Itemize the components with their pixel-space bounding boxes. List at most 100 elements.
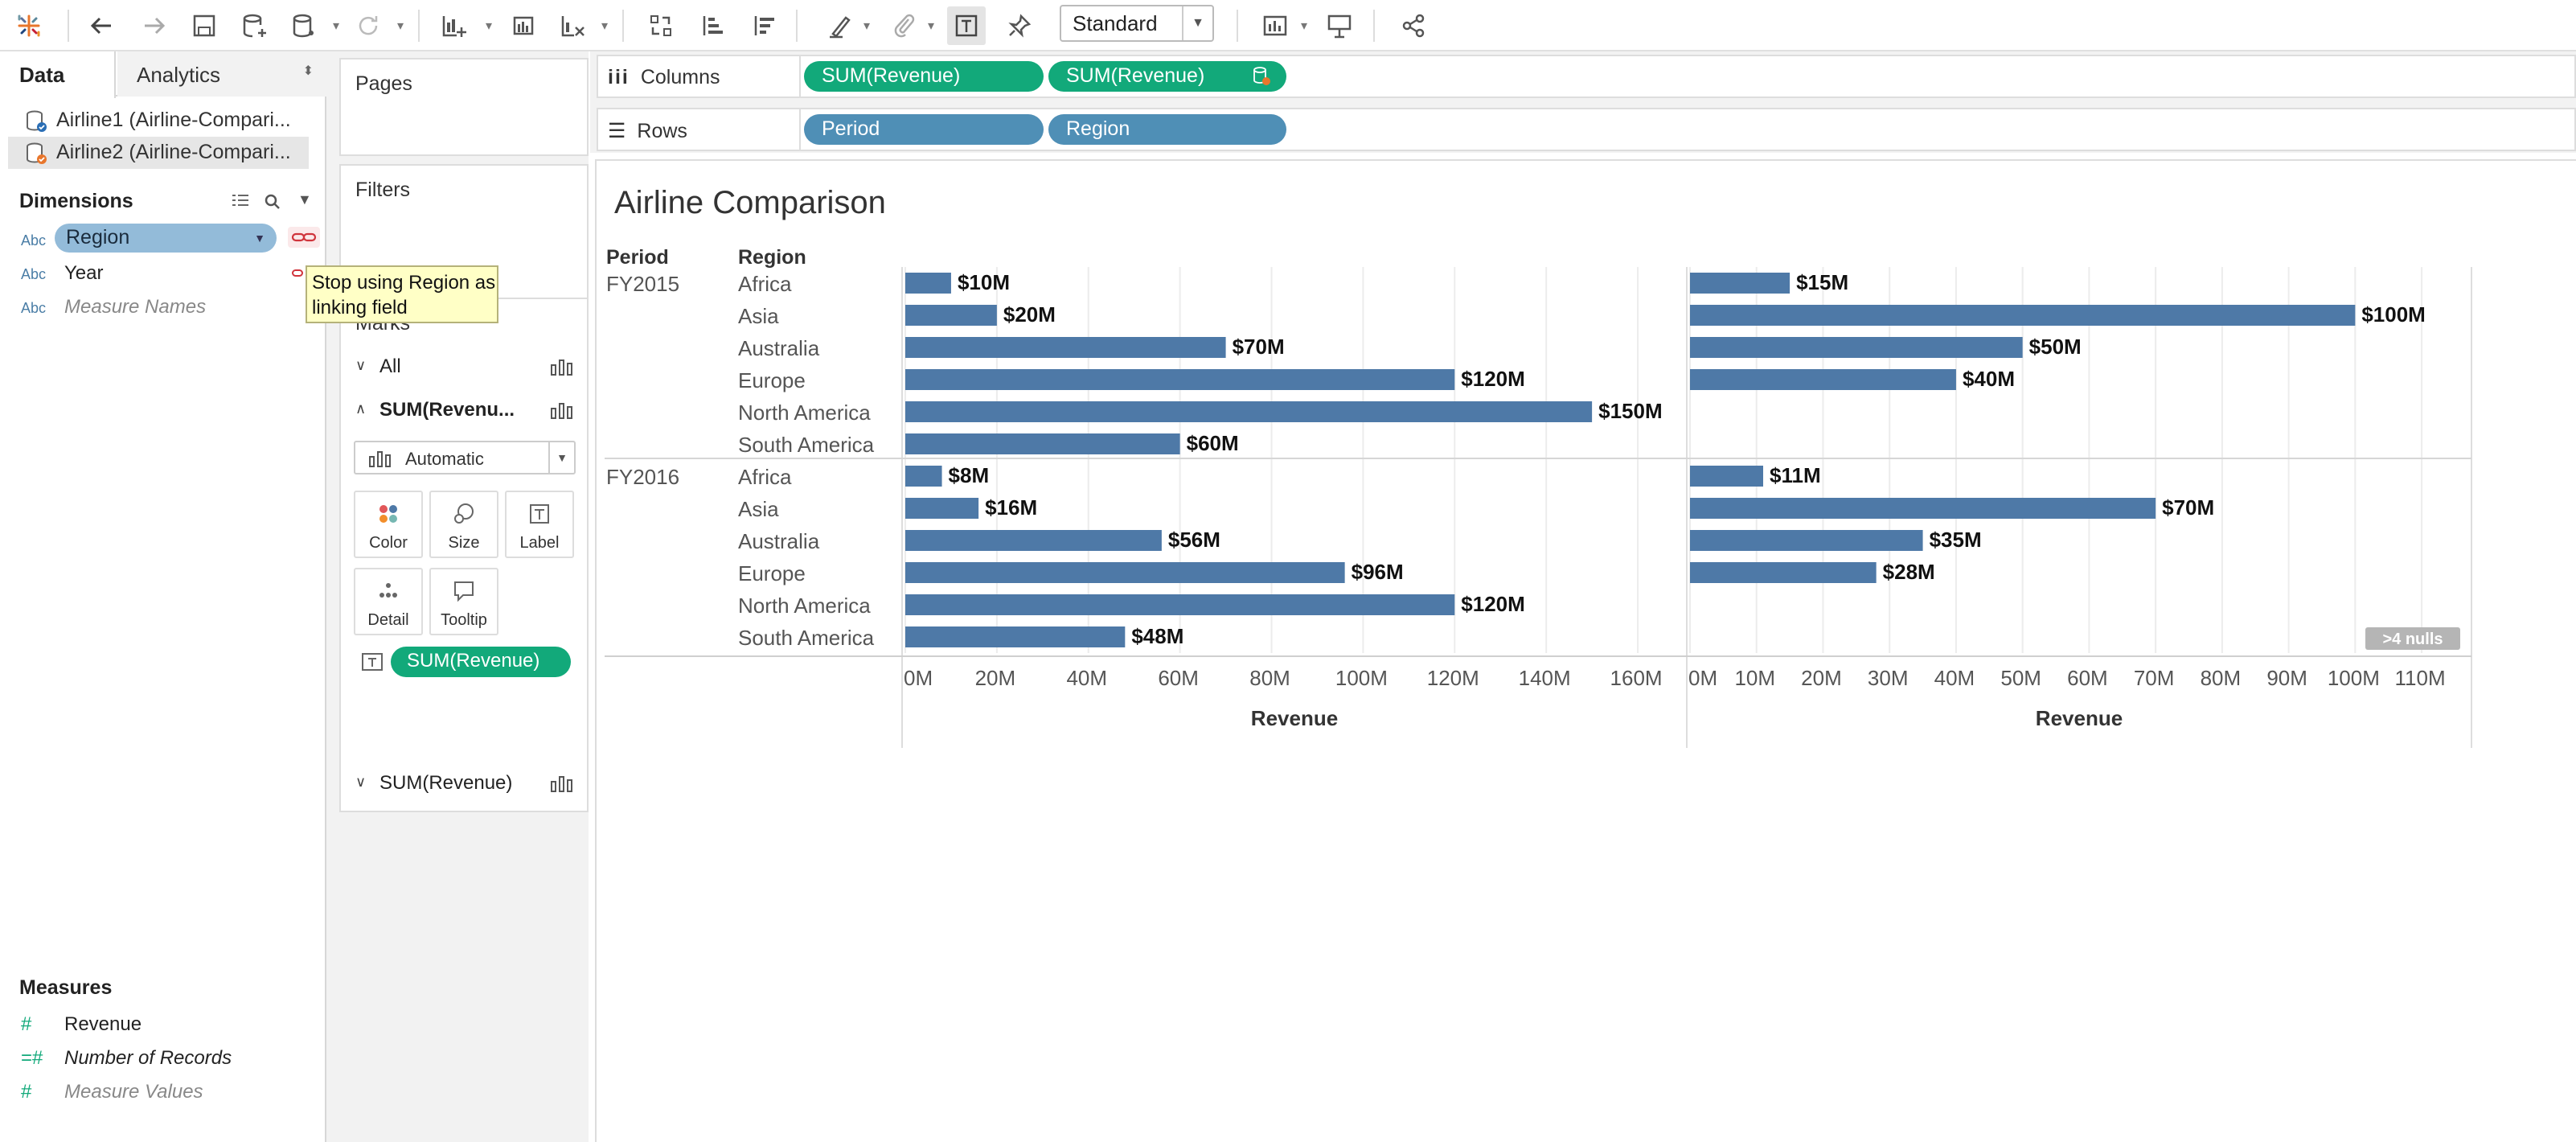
- show-labels-icon[interactable]: [947, 6, 986, 45]
- abc-type-icon: Abc: [21, 266, 47, 282]
- bar[interactable]: [905, 305, 997, 326]
- label-sum-revenue-pill[interactable]: SUM(Revenue): [391, 647, 571, 677]
- data-source-airline1[interactable]: Airline1 (Airline-Compari...: [8, 105, 309, 137]
- data-source-dropdown-icon[interactable]: ▾: [328, 6, 344, 45]
- bar[interactable]: [905, 466, 942, 487]
- highlight-dropdown-icon[interactable]: ▾: [859, 6, 875, 45]
- bar[interactable]: [905, 562, 1345, 583]
- bar[interactable]: [1690, 498, 2156, 519]
- measures-title: Measures: [19, 976, 113, 999]
- bar[interactable]: [1690, 337, 2023, 358]
- columns-pill-sum-revenue-1[interactable]: SUM(Revenue): [804, 61, 1044, 92]
- pages-card[interactable]: Pages: [339, 58, 589, 156]
- pane-tabs: Data Analytics ⬍: [0, 51, 326, 98]
- rows-pill-region[interactable]: Region: [1048, 114, 1286, 145]
- bar[interactable]: [905, 498, 979, 519]
- inactive-link-icon[interactable]: [291, 267, 306, 284]
- dimension-year[interactable]: Abc Year: [21, 262, 104, 293]
- swap-rows-columns-icon[interactable]: [642, 6, 680, 45]
- marks-sum-revenue-row[interactable]: ∧ SUM(Revenu...: [341, 389, 587, 429]
- redo-icon[interactable]: [135, 6, 174, 45]
- bar[interactable]: [905, 594, 1455, 615]
- tooltip-button-label: Tooltip: [441, 611, 487, 629]
- measure-number-of-records[interactable]: =# Number of Records: [21, 1047, 232, 1078]
- tab-analytics[interactable]: Analytics ⬍: [117, 51, 326, 97]
- new-worksheet-icon[interactable]: [434, 6, 473, 45]
- fit-mode-select[interactable]: Standard ▼: [1060, 5, 1214, 42]
- region-header: Region: [738, 246, 806, 269]
- columns-shelf[interactable]: iii Columns SUM(Revenue) SUM(Revenue): [597, 55, 2576, 98]
- measure-measure-values[interactable]: # Measure Values: [21, 1081, 203, 1111]
- rows-shelf-title: ☰ Rows: [608, 119, 687, 143]
- clear-sheet-icon[interactable]: [553, 6, 592, 45]
- rows-pill-period[interactable]: Period: [804, 114, 1044, 145]
- bar[interactable]: [1690, 466, 1764, 487]
- bar[interactable]: [905, 401, 1593, 422]
- share-icon[interactable]: [1394, 6, 1433, 45]
- bar[interactable]: [1690, 562, 1877, 583]
- new-worksheet-dropdown-icon[interactable]: ▾: [481, 6, 497, 45]
- view-toggle-icon[interactable]: [230, 191, 251, 216]
- clear-sheet-dropdown-icon[interactable]: ▾: [597, 6, 613, 45]
- bar[interactable]: [1690, 530, 1923, 551]
- refresh-icon[interactable]: [349, 6, 388, 45]
- new-data-source-icon[interactable]: [235, 6, 273, 45]
- x-tick-label: 70M: [2134, 666, 2175, 690]
- bar[interactable]: [905, 369, 1455, 390]
- label-button[interactable]: Label: [505, 491, 574, 558]
- detail-button[interactable]: Detail: [354, 568, 423, 635]
- tableau-logo-icon[interactable]: [10, 6, 48, 45]
- size-button[interactable]: Size: [429, 491, 498, 558]
- bar[interactable]: [905, 530, 1162, 551]
- bar-mark-icon: [550, 357, 574, 382]
- undo-icon[interactable]: [82, 6, 121, 45]
- refresh-dropdown-icon[interactable]: ▾: [392, 6, 408, 45]
- save-icon[interactable]: [185, 6, 224, 45]
- sort-descending-icon[interactable]: [744, 6, 783, 45]
- mark-type-select[interactable]: Automatic ▼: [354, 441, 576, 474]
- tab-data[interactable]: Data: [0, 51, 116, 98]
- show-me-icon[interactable]: [1256, 6, 1294, 45]
- chevron-down-icon: ∨: [355, 774, 367, 790]
- presentation-icon[interactable]: [1320, 6, 1359, 45]
- data-label: $35M: [1930, 528, 1982, 552]
- columns-label: Columns: [640, 66, 720, 88]
- active-link-icon[interactable]: [288, 227, 320, 252]
- data-label: $70M: [2162, 495, 2214, 520]
- pin-icon[interactable]: [1000, 6, 1039, 45]
- bar[interactable]: [1690, 369, 1956, 390]
- dimension-measure-names[interactable]: Abc Measure Names: [21, 296, 206, 327]
- columns-pill-sum-revenue-2[interactable]: SUM(Revenue): [1048, 61, 1286, 92]
- duplicate-sheet-icon[interactable]: [503, 6, 542, 45]
- marks-sum-revenue-2-row[interactable]: ∨ SUM(Revenue): [341, 762, 587, 803]
- group-icon[interactable]: [884, 6, 923, 45]
- measure-revenue[interactable]: # Revenue: [21, 1013, 142, 1044]
- bar[interactable]: [1690, 273, 1790, 294]
- bar[interactable]: [905, 626, 1126, 647]
- marks-all-row[interactable]: ∨ All: [341, 346, 587, 386]
- dimensions-menu-icon[interactable]: ▼: [297, 191, 312, 208]
- region-label: Africa: [738, 272, 792, 296]
- sort-arrows-icon[interactable]: ⬍: [303, 63, 314, 79]
- data-source-airline2[interactable]: Airline2 (Airline-Compari...: [8, 137, 309, 169]
- search-icon[interactable]: [262, 191, 283, 216]
- color-button[interactable]: Color: [354, 491, 423, 558]
- data-label: $16M: [985, 495, 1037, 520]
- bar[interactable]: [1690, 305, 2356, 326]
- x-tick-label: 40M: [1066, 666, 1107, 690]
- tooltip-button[interactable]: Tooltip: [429, 568, 498, 635]
- rows-shelf[interactable]: ☰ Rows Period Region: [597, 108, 2576, 151]
- show-me-dropdown-icon[interactable]: ▾: [1296, 6, 1312, 45]
- sort-ascending-icon[interactable]: [693, 6, 732, 45]
- highlight-icon[interactable]: [820, 6, 859, 45]
- bar[interactable]: [905, 433, 1180, 454]
- dimension-region-pill[interactable]: Region ▼: [55, 224, 277, 253]
- tooltip-icon: [431, 577, 497, 605]
- bar[interactable]: [905, 273, 951, 294]
- bar-mark-icon: [368, 449, 392, 473]
- group-dropdown-icon[interactable]: ▾: [923, 6, 939, 45]
- bar[interactable]: [905, 337, 1226, 358]
- marks-all-label: All: [379, 355, 401, 377]
- x-tick-label: 60M: [1158, 666, 1199, 690]
- data-source-icon[interactable]: [285, 6, 323, 45]
